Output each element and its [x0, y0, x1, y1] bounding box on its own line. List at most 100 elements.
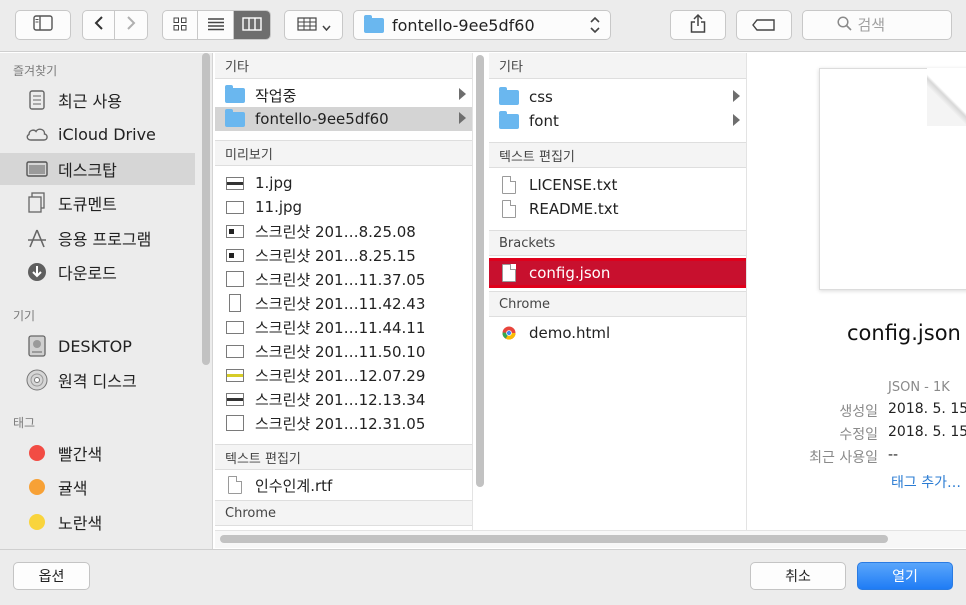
- remote-disc-icon: [25, 368, 49, 392]
- bottom-bar: 옵션 취소 열기: [0, 549, 966, 605]
- forward-button[interactable]: [115, 11, 147, 39]
- disclosure-arrow-icon: [733, 90, 740, 102]
- image-file-icon: [225, 174, 245, 192]
- row-label: 11.jpg: [255, 198, 303, 216]
- path-label: fontello-9ee5df60: [392, 15, 535, 35]
- screenshot-file-icon: [225, 318, 245, 336]
- sidebar-item-label: 응용 프로그램: [58, 230, 152, 249]
- column-section-header: Brackets: [489, 230, 746, 256]
- column-1-scrollbar[interactable]: [476, 55, 484, 487]
- column-section-header: 텍스트 편집기: [489, 142, 746, 168]
- screenshot-file-icon: [225, 390, 245, 408]
- column-1: 기타 작업중 fontello-9ee5df60 미리보기 1.jpg 11.j…: [215, 53, 473, 547]
- sidebar-item-desktop[interactable]: 데스크탑: [0, 153, 195, 185]
- file-row[interactable]: 스크린샷 201…11.44.11: [215, 315, 472, 339]
- arrange-grid-icon: [296, 16, 317, 35]
- file-row[interactable]: 스크린샷 201…12.07.29: [215, 363, 472, 387]
- share-button[interactable]: [670, 10, 726, 40]
- sidebar-item-icloud-drive[interactable]: iCloud Drive: [0, 118, 195, 150]
- path-popup-button[interactable]: fontello-9ee5df60: [353, 10, 611, 40]
- horizontal-scrollbar[interactable]: [220, 535, 888, 543]
- sidebar-tag-red[interactable]: 빨간색: [0, 437, 195, 469]
- folder-row[interactable]: 작업중: [215, 83, 472, 107]
- chevron-left-icon: [94, 15, 104, 35]
- file-row[interactable]: 인수인계.rtf: [215, 473, 472, 497]
- column-section-header: 기타: [215, 53, 472, 79]
- search-field[interactable]: [802, 10, 952, 40]
- folder-row[interactable]: font: [489, 109, 746, 133]
- hard-drive-icon: [25, 334, 49, 358]
- file-row[interactable]: 스크린샷 201…8.25.08: [215, 219, 472, 243]
- sidebar-item-label: 빨간색: [58, 445, 103, 464]
- preview-kind: JSON - 1K: [888, 380, 950, 395]
- sidebar-item-label: 도큐멘트: [58, 195, 117, 214]
- row-label: 스크린샷 201…12.31.05: [255, 414, 426, 433]
- file-row[interactable]: README.txt: [489, 197, 746, 221]
- recents-icon: [25, 88, 49, 112]
- add-tags-link[interactable]: 태그 추가…: [891, 472, 961, 492]
- row-label: fontello-9ee5df60: [255, 110, 389, 128]
- file-row[interactable]: LICENSE.txt: [489, 173, 746, 197]
- orange-tag-dot-icon: [25, 475, 49, 499]
- row-label: 스크린샷 201…11.42.43: [255, 294, 426, 313]
- cancel-button[interactable]: 취소: [750, 562, 846, 590]
- sidebar-scrollbar[interactable]: [202, 53, 210, 365]
- sidebar-item-documents[interactable]: 도큐멘트: [0, 187, 195, 219]
- cloud-icon: [25, 122, 49, 146]
- tag-icon: [752, 16, 776, 35]
- file-row[interactable]: demo.html: [489, 321, 746, 345]
- up-down-chevron-icon: [590, 15, 600, 38]
- list-icon: [207, 16, 225, 35]
- sidebar-item-downloads[interactable]: 다운로드: [0, 256, 195, 288]
- file-row-selected[interactable]: config.json: [489, 258, 746, 288]
- row-label: 스크린샷 201…11.44.11: [255, 318, 426, 337]
- sidebar: 즐겨찾기 최근 사용 iCloud Drive 데스크탑 도큐멘트 응용 프로그…: [0, 53, 213, 549]
- file-row[interactable]: 11.jpg: [215, 195, 472, 219]
- screenshot-file-icon: [225, 246, 245, 264]
- file-row[interactable]: 스크린샷 201…12.13.34: [215, 387, 472, 411]
- back-button[interactable]: [83, 11, 115, 39]
- options-button[interactable]: 옵션: [13, 562, 90, 590]
- row-label: 스크린샷 201…8.25.08: [255, 222, 416, 241]
- file-row[interactable]: 1.jpg: [215, 171, 472, 195]
- column-section-header: 기타: [489, 53, 746, 79]
- column-section-header: Chrome: [489, 291, 746, 317]
- sidebar-item-applications[interactable]: 응용 프로그램: [0, 222, 195, 254]
- document-preview-thumbnail: [819, 68, 966, 290]
- folder-row[interactable]: css: [489, 85, 746, 109]
- rtf-document-icon: [225, 476, 245, 494]
- sidebar-tag-orange[interactable]: 귤색: [0, 471, 195, 503]
- sidebar-item-label: 노란색: [58, 514, 103, 533]
- sidebar-item-recents[interactable]: 최근 사용: [0, 84, 195, 116]
- sidebar-tag-yellow[interactable]: 노란색: [0, 506, 195, 538]
- sidebar-item-label: DESKTOP: [58, 336, 132, 356]
- chrome-document-icon: [499, 324, 519, 342]
- column-section-header: 미리보기: [215, 140, 472, 166]
- chevron-right-icon: [126, 15, 136, 35]
- sidebar-item-desktop-drive[interactable]: DESKTOP: [0, 330, 195, 362]
- row-label: 스크린샷 201…8.25.15: [255, 246, 416, 265]
- file-row[interactable]: 스크린샷 201…11.37.05: [215, 267, 472, 291]
- modified-value: 2018. 5. 15: [888, 424, 966, 440]
- created-value: 2018. 5. 15: [888, 401, 966, 417]
- sidebar-item-label: iCloud Drive: [58, 124, 156, 144]
- open-button[interactable]: 열기: [857, 562, 953, 590]
- folder-row-selected[interactable]: fontello-9ee5df60: [215, 107, 472, 131]
- sidebar-section-devices: 기기: [13, 309, 36, 323]
- file-row[interactable]: 스크린샷 201…12.31.05: [215, 411, 472, 435]
- row-label: 인수인계.rtf: [255, 476, 333, 495]
- file-row[interactable]: 스크린샷 201…8.25.15: [215, 243, 472, 267]
- arrange-button[interactable]: [284, 10, 343, 40]
- list-view-button[interactable]: [198, 11, 234, 39]
- file-row[interactable]: 스크린샷 201…11.42.43: [215, 291, 472, 315]
- column-view-button[interactable]: [234, 11, 270, 39]
- sidebar-toggle-button[interactable]: [15, 10, 71, 40]
- sidebar-item-label: 최근 사용: [58, 92, 122, 111]
- tag-button[interactable]: [736, 10, 792, 40]
- icon-view-button[interactable]: [163, 11, 198, 39]
- sidebar-item-remote-disc[interactable]: 원격 디스크: [0, 364, 195, 396]
- row-label: font: [529, 112, 559, 130]
- search-input[interactable]: [857, 16, 918, 34]
- chevron-down-icon: [321, 16, 331, 35]
- file-row[interactable]: 스크린샷 201…11.50.10: [215, 339, 472, 363]
